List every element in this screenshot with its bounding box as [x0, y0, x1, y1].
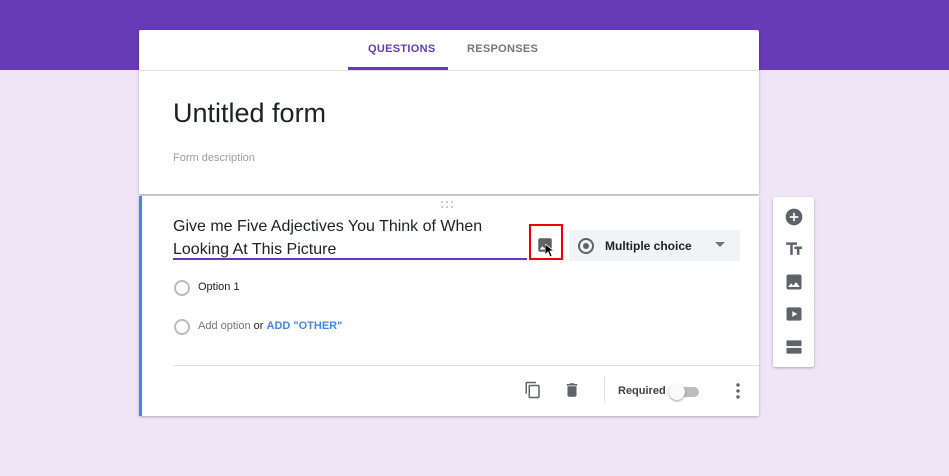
form-title[interactable]: Untitled form: [173, 98, 326, 129]
question-type-label: Multiple choice: [605, 239, 692, 253]
add-option-line: Add option or ADD "OTHER": [198, 320, 342, 332]
duplicate-icon[interactable]: [524, 381, 542, 399]
more-vert-icon[interactable]: [732, 382, 744, 400]
add-circle-icon[interactable]: [784, 207, 804, 227]
required-label: Required: [618, 385, 666, 397]
footer-divider: [173, 365, 759, 366]
mouse-cursor-icon: [544, 243, 556, 258]
radio-circle-icon: [174, 319, 190, 335]
form-header-card: QUESTIONS RESPONSES Untitled form Form d…: [139, 30, 759, 194]
add-option-button[interactable]: Add option: [198, 320, 251, 332]
active-tab-indicator: [348, 67, 448, 70]
section-icon[interactable]: [784, 337, 804, 357]
form-description-input[interactable]: Form description: [173, 152, 255, 164]
title-text-icon[interactable]: [784, 239, 804, 259]
drag-handle-icon[interactable]: [441, 200, 457, 210]
title-focus-underline: [173, 258, 527, 260]
question-card[interactable]: Give me Five Adjectives You Think of Whe…: [139, 196, 759, 416]
video-icon[interactable]: [784, 304, 804, 324]
chevron-down-icon: [715, 242, 725, 247]
question-toolbar: [773, 197, 814, 367]
add-other-link[interactable]: ADD "OTHER": [267, 320, 343, 332]
option-input[interactable]: Option 1: [198, 281, 240, 293]
trash-icon[interactable]: [563, 381, 581, 399]
question-title-line-1: Give me Five Adjectives You Think of Whe…: [173, 218, 483, 235]
required-toggle[interactable]: [669, 384, 701, 400]
radio-circle-icon: [174, 280, 190, 296]
question-title-input[interactable]: Give me Five Adjectives You Think of Whe…: [173, 215, 527, 261]
tab-responses[interactable]: RESPONSES: [467, 43, 538, 55]
footer-vertical-divider: [604, 377, 605, 403]
question-type-dropdown[interactable]: Multiple choice: [569, 230, 740, 261]
image-icon[interactable]: [784, 272, 804, 292]
toggle-knob: [669, 384, 685, 400]
tab-bar: QUESTIONS RESPONSES: [139, 30, 759, 71]
radio-button-icon: [578, 238, 594, 254]
active-question-bar: [139, 196, 142, 416]
tab-questions[interactable]: QUESTIONS: [368, 43, 436, 55]
or-label: or: [253, 320, 264, 332]
